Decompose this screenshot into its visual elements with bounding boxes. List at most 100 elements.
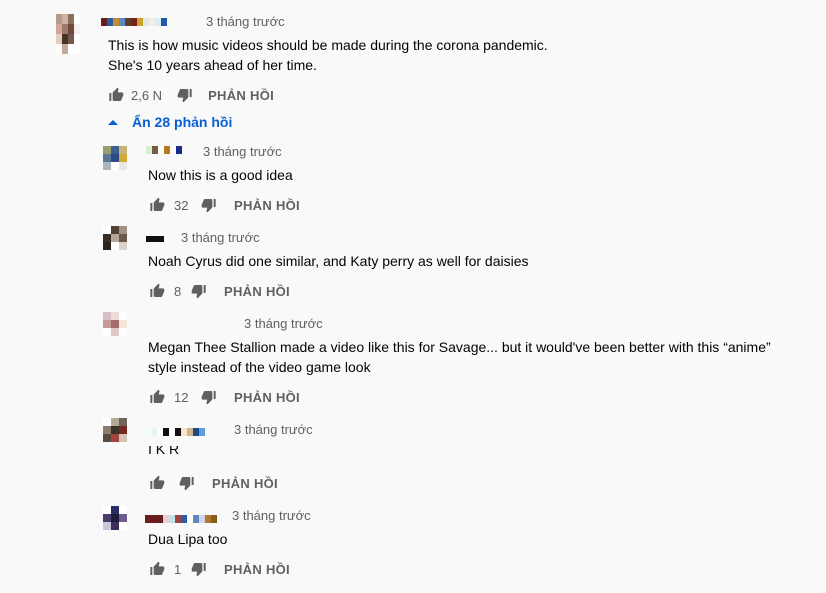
avatar-pixel bbox=[103, 154, 111, 162]
name-pixel bbox=[176, 146, 182, 154]
avatar-pixel bbox=[119, 426, 127, 434]
avatar-pixel bbox=[111, 146, 119, 154]
reply-actions: 8 PHẢN HỒI bbox=[148, 281, 290, 301]
avatar-pixel bbox=[119, 312, 127, 320]
avatar-pixel bbox=[119, 514, 127, 522]
avatar-pixel bbox=[103, 514, 111, 522]
reply-button[interactable]: PHẢN HỒI bbox=[224, 562, 290, 577]
avatar-pixel bbox=[111, 522, 119, 530]
reply-actions: 1 PHẢN HỒI bbox=[148, 559, 290, 579]
like-count: 8 bbox=[174, 283, 182, 299]
avatar-pixel bbox=[74, 24, 80, 34]
like-icon[interactable] bbox=[148, 282, 166, 300]
reply-author-name[interactable] bbox=[151, 428, 205, 436]
name-pixel bbox=[161, 18, 167, 26]
avatar-pixel bbox=[119, 234, 127, 242]
avatar-pixel bbox=[103, 146, 111, 154]
reply-author-name[interactable] bbox=[146, 236, 164, 242]
reply-timestamp[interactable]: 3 tháng trước bbox=[234, 422, 313, 437]
name-pixel bbox=[158, 236, 164, 242]
comment-timestamp[interactable]: 3 tháng trước bbox=[206, 14, 285, 29]
avatar-pixel bbox=[103, 506, 111, 514]
avatar-pixel bbox=[103, 418, 111, 426]
avatar-pixel bbox=[111, 234, 119, 242]
reply-actions: 12 PHẢN HỒI bbox=[148, 387, 300, 407]
reply-text: Dua Lipa too bbox=[148, 529, 227, 549]
like-icon[interactable] bbox=[148, 560, 166, 578]
avatar-pixel bbox=[111, 242, 119, 250]
reply-text: Now this is a good idea bbox=[148, 165, 293, 185]
reply-actions: PHẢN HỒI bbox=[148, 473, 278, 493]
comment-text: This is how music videos should be made … bbox=[108, 35, 548, 75]
like-count: 2,6 N bbox=[131, 87, 163, 103]
reply-avatar[interactable] bbox=[103, 226, 127, 250]
reply-button[interactable]: PHẢN HỒI bbox=[234, 390, 300, 405]
dislike-icon[interactable] bbox=[178, 474, 196, 492]
reply-avatar[interactable] bbox=[103, 146, 127, 170]
dislike-icon[interactable] bbox=[190, 560, 208, 578]
reply-author-name[interactable] bbox=[146, 146, 182, 154]
caret-up-icon bbox=[108, 119, 118, 125]
reply-button[interactable]: PHẢN HỒI bbox=[208, 88, 274, 103]
dislike-icon[interactable] bbox=[200, 388, 218, 406]
reply-timestamp[interactable]: 3 tháng trước bbox=[232, 508, 311, 523]
avatar-pixel bbox=[103, 328, 111, 336]
avatar-pixel bbox=[103, 226, 111, 234]
avatar-pixel bbox=[119, 146, 127, 154]
reply-avatar[interactable] bbox=[103, 312, 127, 336]
like-icon[interactable] bbox=[148, 474, 166, 492]
reply-button[interactable]: PHẢN HỒI bbox=[212, 476, 278, 491]
avatar-pixel bbox=[111, 320, 119, 328]
avatar-pixel bbox=[111, 418, 119, 426]
hide-replies-button[interactable]: Ẩn 28 phản hồi bbox=[108, 114, 232, 130]
comment-actions: 2,6 N PHẢN HỒI bbox=[107, 85, 274, 105]
avatar-pixel bbox=[111, 162, 119, 170]
avatar-pixel bbox=[103, 234, 111, 242]
avatar-pixel bbox=[74, 34, 80, 44]
avatar-pixel bbox=[111, 506, 119, 514]
reply-avatar[interactable] bbox=[103, 418, 127, 442]
like-count: 12 bbox=[174, 389, 189, 405]
avatar-pixel bbox=[111, 328, 119, 336]
reply-timestamp[interactable]: 3 tháng trước bbox=[244, 316, 323, 331]
avatar-pixel bbox=[119, 522, 127, 530]
name-pixel bbox=[199, 428, 205, 436]
avatar-pixel bbox=[119, 242, 127, 250]
reply-avatar[interactable] bbox=[103, 506, 127, 530]
avatar-pixel bbox=[103, 522, 111, 530]
reply-timestamp[interactable]: 3 tháng trước bbox=[203, 144, 282, 159]
avatar-pixel bbox=[119, 320, 127, 328]
avatar-pixel bbox=[111, 514, 119, 522]
avatar-pixel bbox=[119, 162, 127, 170]
dislike-icon[interactable] bbox=[176, 86, 194, 104]
avatar-pixel bbox=[103, 162, 111, 170]
reply-text-line: I K R bbox=[148, 446, 180, 457]
like-count: 1 bbox=[174, 561, 182, 577]
avatar-pixel bbox=[119, 418, 127, 426]
reply-timestamp[interactable]: 3 tháng trước bbox=[181, 230, 260, 245]
commenter-avatar[interactable] bbox=[56, 14, 80, 54]
avatar-pixel bbox=[103, 242, 111, 250]
like-icon[interactable] bbox=[148, 196, 166, 214]
reply-text-line: style instead of the video game look bbox=[148, 359, 371, 375]
dislike-icon[interactable] bbox=[200, 196, 218, 214]
avatar-pixel bbox=[119, 506, 127, 514]
avatar-pixel bbox=[111, 226, 119, 234]
like-icon[interactable] bbox=[148, 388, 166, 406]
dislike-icon[interactable] bbox=[190, 282, 208, 300]
reply-text-line: Noah Cyrus did one similar, and Katy per… bbox=[148, 253, 529, 269]
avatar-pixel bbox=[119, 434, 127, 442]
like-icon[interactable] bbox=[107, 86, 125, 104]
reply-author-name[interactable] bbox=[145, 515, 217, 523]
reply-text-line: Dua Lipa too bbox=[148, 531, 228, 547]
commenter-name[interactable] bbox=[101, 18, 167, 26]
reply-button[interactable]: PHẢN HỒI bbox=[234, 198, 300, 213]
avatar-pixel bbox=[111, 434, 119, 442]
reply-text: Megan Thee Stallion made a video like th… bbox=[148, 337, 771, 377]
like-count: 32 bbox=[174, 197, 189, 213]
reply-button[interactable]: PHẢN HỒI bbox=[224, 284, 290, 299]
avatar-pixel bbox=[111, 426, 119, 434]
avatar-pixel bbox=[119, 226, 127, 234]
reply-text: I K R bbox=[148, 446, 179, 458]
comment-text-line: This is how music videos should be made … bbox=[108, 37, 548, 53]
